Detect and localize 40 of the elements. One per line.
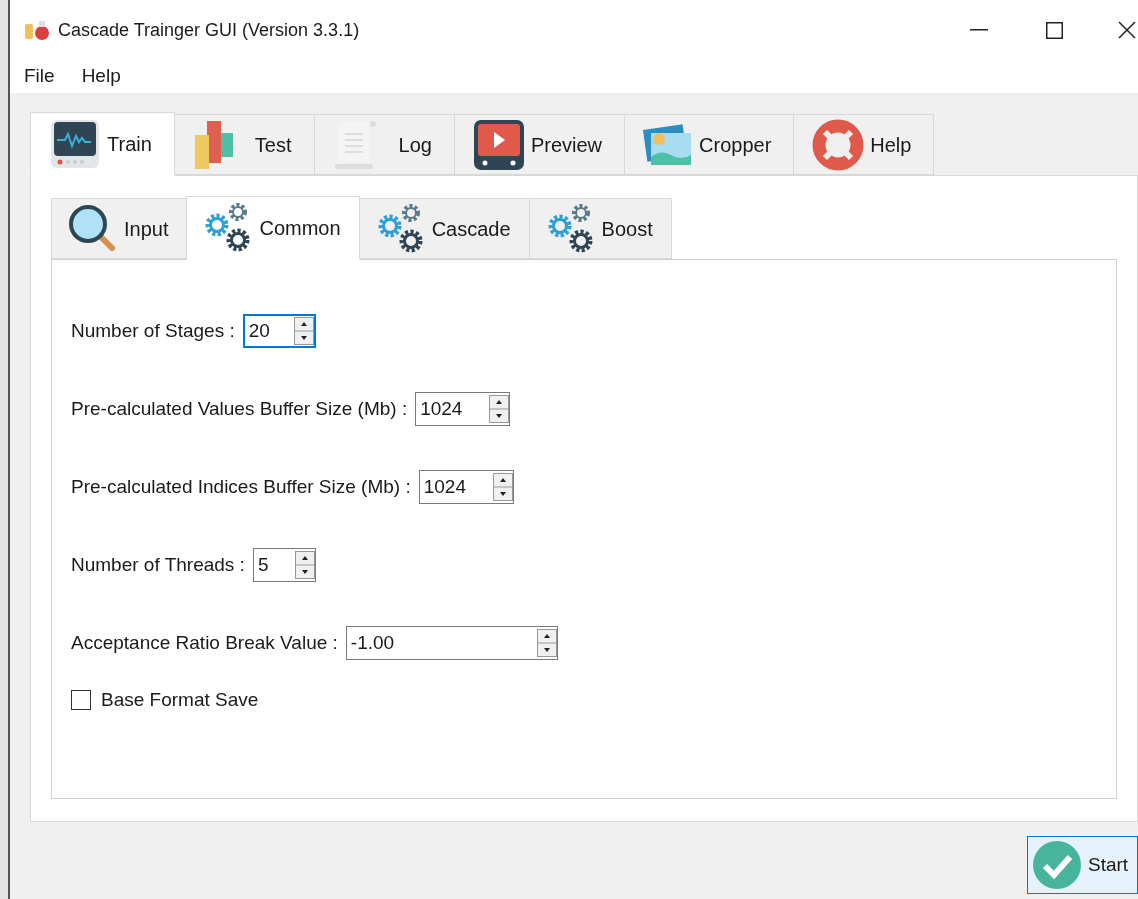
menu-item[interactable]: Help [81,62,121,91]
window-title: Cascade Trainger GUI (Version 3.3.1) [58,18,360,42]
close-icon[interactable] [1118,21,1136,39]
start-button[interactable]: Start [1027,836,1138,894]
field-label: Pre-calculated Indices Buffer Size (Mb) : [71,474,411,499]
spin-arrows-icon[interactable] [492,473,513,501]
field-label: Number of Stages : [71,318,235,343]
field-label: Number of Threads : [71,552,245,577]
minimize-icon[interactable] [970,29,988,31]
spin-box[interactable]: 20 [242,314,316,348]
tab[interactable]: Log [313,114,455,175]
spin-arrows-icon[interactable] [489,395,510,423]
tab[interactable]: Test [173,114,315,175]
menu-item[interactable]: File [24,62,55,91]
tab[interactable]: Preview [453,114,626,175]
spin-arrows-icon[interactable] [536,629,557,657]
spin-box[interactable]: 1024 [418,470,514,504]
tab[interactable]: Help [793,114,935,175]
spin-box[interactable]: -1.00 [345,626,558,660]
spin-box[interactable]: 1024 [415,392,511,426]
field-label: Pre-calculated Values Buffer Size (Mb) : [71,396,408,421]
spin-box[interactable]: 5 [252,548,316,582]
tab[interactable]: Cropper [624,114,795,175]
magnifier-icon [68,203,118,254]
field-label: Acceptance Ratio Break Value : [71,630,338,655]
tab[interactable]: Cascade [358,198,530,259]
app-icon [24,20,52,40]
spin-arrows-icon[interactable] [294,551,315,579]
monitor-icon [49,118,101,170]
spin-arrows-icon[interactable] [293,317,314,345]
checkbox[interactable]: Base Format Save [71,688,1116,712]
tab[interactable]: Common [186,196,360,260]
check-icon [1032,840,1082,890]
tab[interactable]: Train [30,112,175,176]
lifebuoy-icon [812,118,865,171]
photo-icon [643,122,694,167]
video-player-icon [472,118,525,171]
tab[interactable]: Boost [528,198,672,259]
tab[interactable]: Input [51,198,188,259]
maximize-icon[interactable] [1046,21,1063,39]
